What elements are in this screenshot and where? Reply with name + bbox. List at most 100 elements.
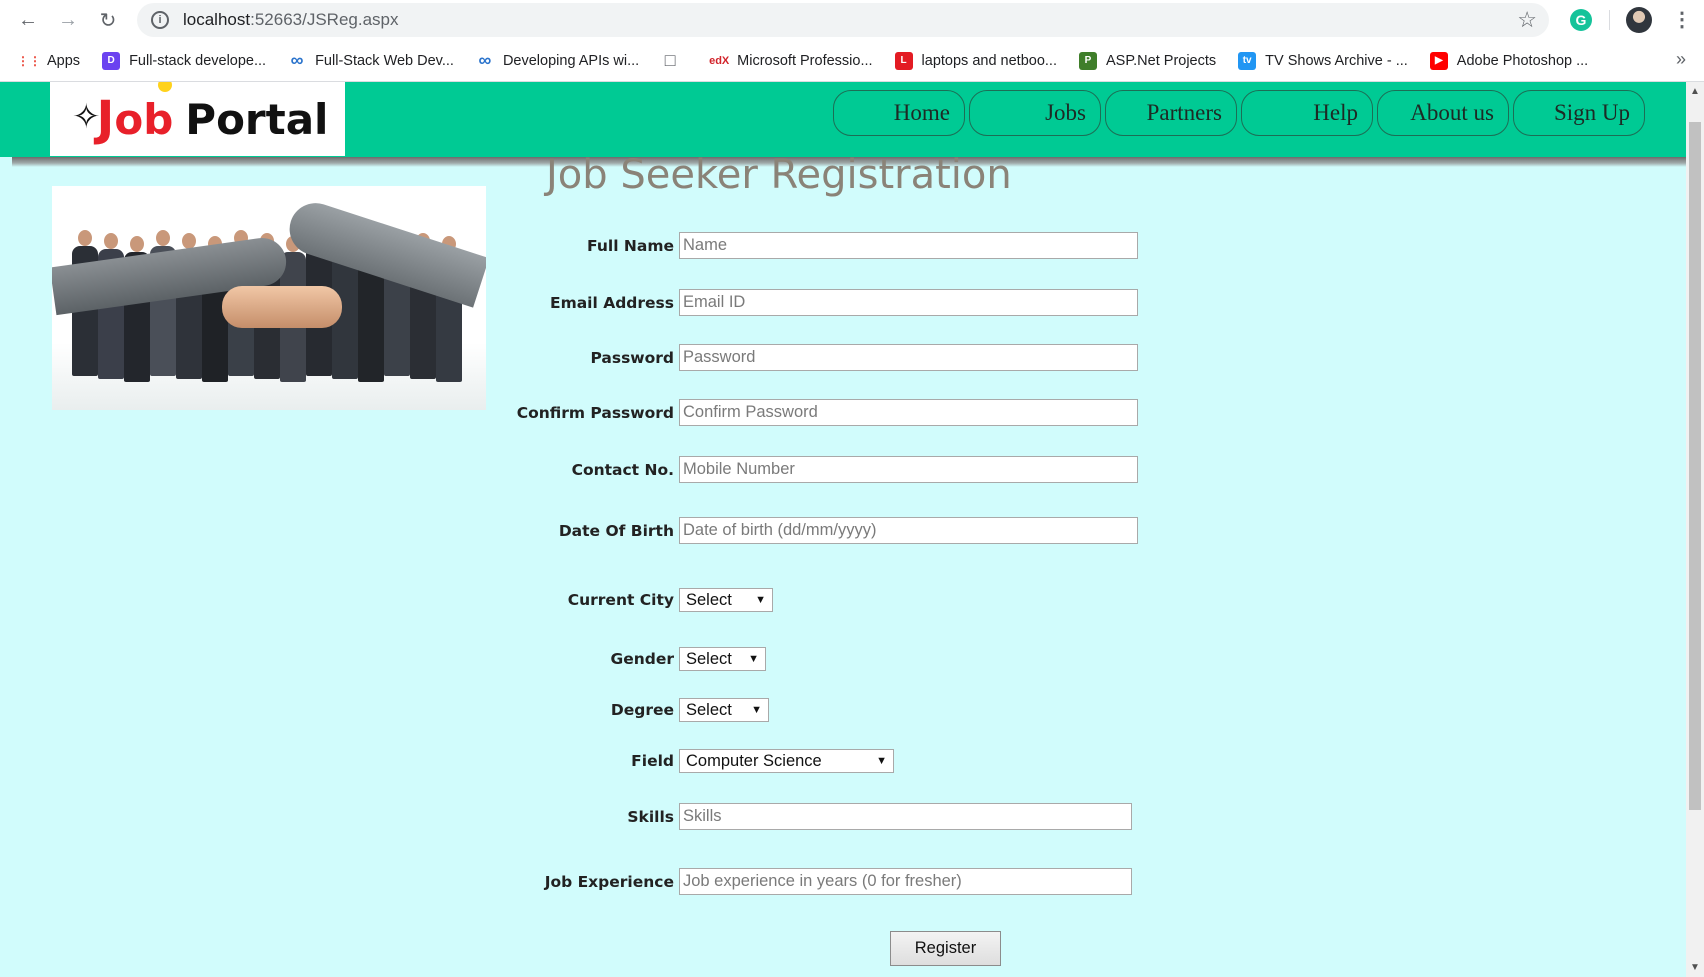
menu-kebab-icon[interactable]: ⋮ [1672, 7, 1692, 32]
field-label: Email Address [549, 293, 674, 312]
current-city-select[interactable]: Select ▼ [679, 588, 773, 612]
scrollbar-thumb[interactable] [1689, 122, 1701, 810]
bookmark-label: laptops and netboo... [921, 52, 1057, 69]
tv-icon: tv [1238, 51, 1257, 70]
form-row: Contact No. Mobile Number [0, 456, 1138, 483]
grammarly-extension-icon[interactable]: G [1570, 9, 1592, 31]
youtube-icon: ▶ [1429, 51, 1448, 70]
dropdown-arrow-icon: ▼ [876, 755, 887, 767]
select-value: Select [686, 700, 732, 719]
form-row: Date Of Birth Date of birth (dd/mm/yyyy) [0, 517, 1138, 544]
coursera-icon: ∞ [478, 50, 492, 70]
dropdown-arrow-icon: ▼ [755, 594, 766, 606]
date-of-birth-input[interactable]: Date of birth (dd/mm/yyyy) [679, 517, 1138, 544]
password-input[interactable]: Password [679, 344, 1138, 371]
select-value: Select [686, 649, 732, 668]
field-label: Full Name [587, 236, 674, 255]
field-label: Skills [627, 807, 674, 826]
field-label: Password [590, 348, 674, 367]
form-row: Job Experience Job experience in years (0… [0, 868, 1132, 895]
bookmark-item[interactable]: Llaptops and netboo... [894, 51, 1057, 70]
bookmark-item[interactable]: □ [661, 50, 688, 70]
l-logo-icon: L [894, 51, 913, 70]
bookmark-label: ASP.Net Projects [1106, 52, 1217, 69]
form-row: Email Address Email ID [0, 289, 1138, 316]
dropdown-arrow-icon: ▼ [751, 704, 762, 716]
bookmark-label: Full-Stack Web Dev... [315, 52, 454, 69]
field-label: Current City [567, 591, 674, 609]
profile-avatar[interactable] [1626, 7, 1652, 33]
bookmark-item[interactable]: edX Microsoft Professio... [709, 51, 873, 70]
bookmark-star-icon[interactable]: ☆ [1517, 7, 1537, 33]
select-value: Computer Science [686, 751, 822, 770]
skills-input[interactable]: Skills [679, 803, 1132, 830]
bookmark-label: Adobe Photoshop ... [1456, 52, 1589, 69]
coursera-icon: ∞ [290, 50, 304, 70]
dropdown-arrow-icon: ▼ [748, 653, 759, 665]
logo-word-portal: Portal [185, 94, 329, 144]
scroll-down-icon[interactable]: ▼ [1690, 962, 1700, 973]
field-label: Date Of Birth [558, 521, 674, 540]
bookmark-item[interactable]: P ASP.Net Projects [1079, 51, 1217, 70]
logo-letters-ob: ob [114, 94, 174, 144]
nav-home[interactable]: Home [833, 90, 965, 136]
form-row: Current City Select ▼ [0, 588, 773, 612]
bookmark-item[interactable]: ∞ Developing APIs wi... [476, 50, 640, 70]
address-bar[interactable]: i localhost:52663/JSReg.aspx ☆ [137, 3, 1549, 37]
page-title: Job Seeker Registration [546, 152, 1012, 198]
field-label: Contact No. [571, 460, 674, 479]
bookmarks-overflow-icon[interactable]: » [1676, 49, 1686, 70]
form-row: Field Computer Science ▼ [0, 749, 894, 773]
page-icon: □ [661, 50, 680, 70]
bookmark-label: TV Shows Archive - ... [1265, 52, 1408, 69]
p-logo-icon: P [1079, 51, 1097, 70]
degree-select[interactable]: Select ▼ [679, 698, 769, 722]
back-icon[interactable]: ← [14, 6, 42, 34]
nav-help[interactable]: Help [1241, 90, 1373, 136]
select-value: Select [686, 590, 732, 609]
form-row: Gender Select ▼ [0, 647, 766, 671]
field-label: Gender [610, 650, 674, 668]
reload-icon[interactable]: ↻ [94, 6, 122, 34]
bookmark-item[interactable]: ∞ Full-Stack Web Dev... [288, 50, 454, 70]
job-experience-input[interactable]: Job experience in years (0 for fresher) [679, 868, 1132, 895]
bookmark-item[interactable]: D Full-stack develope... [102, 51, 267, 70]
browser-toolbar: ← → ↻ i localhost:52663/JSReg.aspx ☆ G ⋮ [0, 0, 1704, 40]
field-label: Field [631, 752, 674, 770]
bookmark-item[interactable]: ▶ Adobe Photoshop ... [1429, 51, 1589, 70]
field-label: Degree [610, 701, 674, 719]
bookmark-item[interactable]: ⋮⋮ Apps [17, 52, 80, 70]
gender-select[interactable]: Select ▼ [679, 647, 766, 671]
email-input[interactable]: Email ID [679, 289, 1138, 316]
full-name-input[interactable]: Name [679, 232, 1138, 259]
main-nav: Home Jobs Partners Help About us Sign Up [833, 90, 1649, 136]
forward-icon[interactable]: → [54, 6, 82, 34]
bookmark-label: Developing APIs wi... [502, 52, 640, 69]
bookmark-item[interactable]: tv TV Shows Archive - ... [1238, 51, 1408, 70]
nav-partners[interactable]: Partners [1105, 90, 1237, 136]
logo-runner-icon: ✧ [72, 98, 101, 136]
toolbar-divider [1609, 10, 1610, 30]
bookmark-label: Microsoft Professio... [737, 52, 873, 69]
form-row: Full Name Name [0, 232, 1138, 259]
bookmark-label: Full-stack develope... [129, 52, 267, 69]
d-logo-icon: D [102, 51, 121, 70]
form-row: Confirm Password Confirm Password [0, 399, 1138, 426]
contact-number-input[interactable]: Mobile Number [679, 456, 1138, 483]
confirm-password-input[interactable]: Confirm Password [679, 399, 1138, 426]
info-icon[interactable]: i [151, 11, 169, 29]
register-button[interactable]: Register [890, 931, 1001, 966]
scroll-up-icon[interactable]: ▲ [1690, 86, 1700, 97]
site-logo[interactable]: ✧ J ob Portal [50, 82, 345, 156]
nav-sign-up[interactable]: Sign Up [1513, 90, 1645, 136]
form-row: Skills Skills [0, 803, 1132, 830]
page-body: ✧ J ob Portal Home Jobs Partners Help About … [0, 82, 1686, 977]
url-text[interactable]: localhost:52663/JSReg.aspx [183, 10, 399, 30]
form-row: Password Password [0, 344, 1138, 371]
edx-icon: edX [709, 51, 729, 70]
nav-about-us[interactable]: About us [1377, 90, 1509, 136]
nav-jobs[interactable]: Jobs [969, 90, 1101, 136]
field-select[interactable]: Computer Science ▼ [679, 749, 894, 773]
vertical-scrollbar[interactable]: ▲ ▼ [1686, 82, 1704, 977]
bookmarks-bar: ⋮⋮ Apps D Full-stack develope... ∞ Full-Stack… [0, 40, 1704, 82]
